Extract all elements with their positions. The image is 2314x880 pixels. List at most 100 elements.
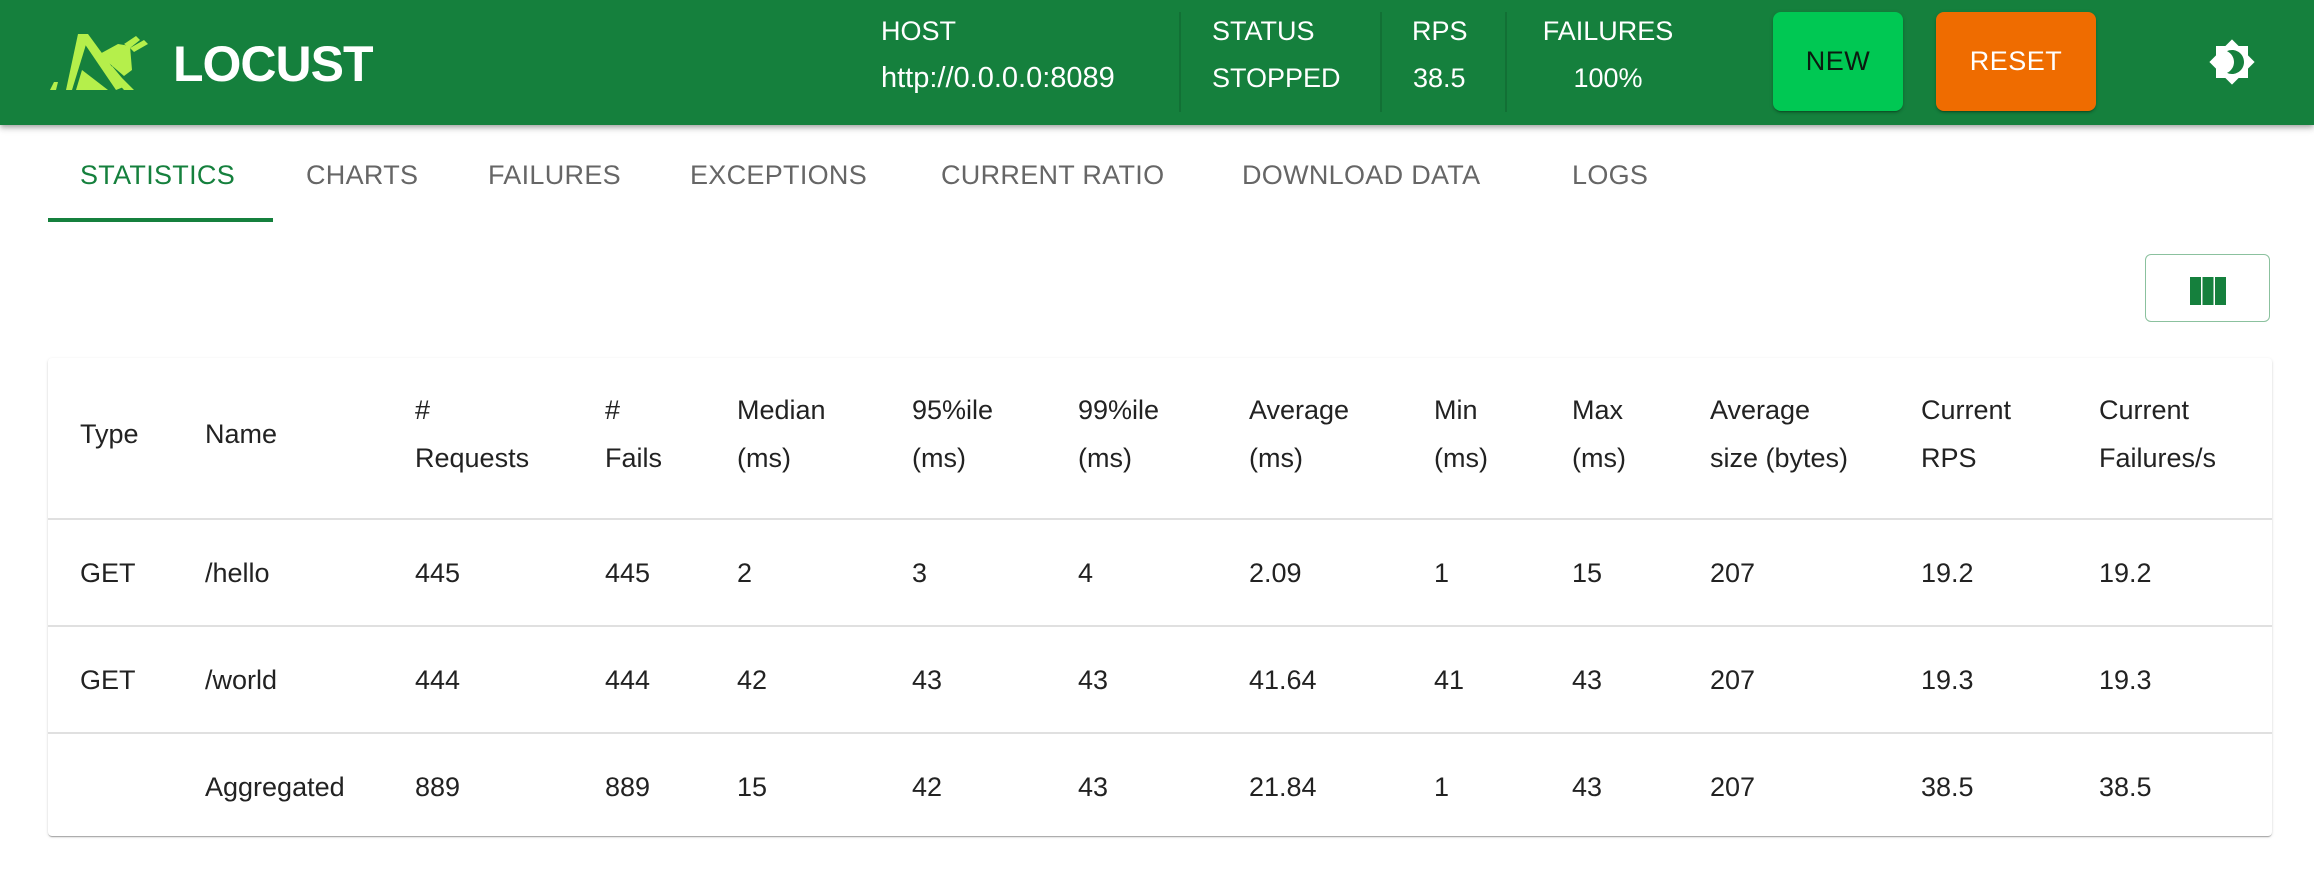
column-header-p99[interactable]: 99%ile (ms) <box>1078 386 1159 482</box>
tab-failures[interactable]: FAILURES <box>488 155 621 195</box>
column-header-label: (ms) <box>1434 443 1488 473</box>
tab-statistics[interactable]: STATISTICS <box>80 155 235 195</box>
column-header-label: Current <box>1921 395 2012 425</box>
cell-p95: 42 <box>912 772 943 802</box>
cell-current-failures: 38.5 <box>2099 772 2152 802</box>
column-header-label: Current <box>2099 395 2190 425</box>
cell-current-rps: 38.5 <box>1921 772 1974 802</box>
column-header-label: (ms) <box>1249 443 1303 473</box>
column-header-label: Median <box>737 395 826 425</box>
failures-label: FAILURES <box>1542 16 1674 46</box>
column-header-label: Max <box>1572 395 1624 425</box>
column-header-avg-size[interactable]: Average size (bytes) <box>1710 386 1848 482</box>
cell-p95: 43 <box>912 665 943 695</box>
column-header-label: (ms) <box>1572 443 1626 473</box>
new-test-button[interactable]: NEW <box>1773 12 1903 111</box>
cell-median: 2 <box>737 558 753 588</box>
tab-charts[interactable]: CHARTS <box>306 155 418 195</box>
cell-current-failures: 19.3 <box>2099 665 2152 695</box>
column-header-name[interactable]: Name <box>205 410 277 458</box>
column-header-current-failures[interactable]: Current Failures/s <box>2099 386 2216 482</box>
column-header-max[interactable]: Max (ms) <box>1572 386 1626 482</box>
cell-name: /world <box>205 665 278 695</box>
column-header-min[interactable]: Min (ms) <box>1434 386 1488 482</box>
cell-current-rps: 19.3 <box>1921 665 1974 695</box>
cell-name: Aggregated <box>205 772 345 802</box>
cell-median: 42 <box>737 665 768 695</box>
failures-stat: FAILURES 100% <box>1538 14 1678 96</box>
column-header-label: (ms) <box>737 443 791 473</box>
cell-type: GET <box>80 665 136 695</box>
host-stat: HOST http://0.0.0.0:8089 <box>881 14 1115 96</box>
cell-median: 15 <box>737 772 768 802</box>
column-header-label: Failures/s <box>2099 443 2217 473</box>
tab-exceptions[interactable]: EXCEPTIONS <box>690 155 867 195</box>
cell-p99: 43 <box>1078 772 1109 802</box>
header-divider <box>1380 12 1382 112</box>
statistics-table: Type Name # Requests # Fails Median (ms) 95%ile (… <box>48 358 2272 836</box>
view-column-icon <box>2190 277 2226 305</box>
cell-avg-size: 207 <box>1710 772 1756 802</box>
column-header-label: Type <box>80 419 139 449</box>
select-columns-button[interactable] <box>2145 254 2270 322</box>
column-header-label: Min <box>1434 395 1478 425</box>
status-label: STATUS <box>1212 16 1315 46</box>
column-header-requests[interactable]: # Requests <box>415 386 529 482</box>
column-header-p95[interactable]: 95%ile (ms) <box>912 386 993 482</box>
failures-value: 100% <box>1573 63 1643 93</box>
header-divider <box>1179 12 1181 112</box>
column-header-fails[interactable]: # Fails <box>605 386 662 482</box>
cell-fails: 444 <box>605 665 651 695</box>
column-header-type[interactable]: Type <box>80 410 139 458</box>
column-header-label: RPS <box>1921 443 1977 473</box>
cell-p99: 43 <box>1078 665 1109 695</box>
rps-label: RPS <box>1412 16 1468 46</box>
table-row: Aggregated 889 889 15 42 43 21.84 1 43 207 38.5 38.… <box>48 734 2272 839</box>
column-header-label: Fails <box>605 443 663 473</box>
locust-logo-icon <box>50 34 148 90</box>
cell-min: 1 <box>1434 772 1450 802</box>
column-header-label: # <box>415 395 431 425</box>
column-header-average[interactable]: Average (ms) <box>1249 386 1349 482</box>
cell-fails: 889 <box>605 772 651 802</box>
column-header-current-rps[interactable]: Current RPS <box>1921 386 2011 482</box>
cell-average: 41.64 <box>1249 665 1317 695</box>
cell-average: 2.09 <box>1249 558 1302 588</box>
header-divider <box>1505 12 1507 112</box>
cell-requests: 445 <box>415 558 461 588</box>
status-value: STOPPED <box>1212 63 1341 93</box>
column-header-label: # <box>605 395 621 425</box>
tab-logs[interactable]: LOGS <box>1572 155 1648 195</box>
column-header-label: size (bytes) <box>1710 443 1849 473</box>
column-header-label: Average <box>1249 395 1350 425</box>
column-header-label: Requests <box>415 443 530 473</box>
cell-max: 43 <box>1572 772 1603 802</box>
active-tab-indicator <box>48 218 273 222</box>
tab-download-data[interactable]: DOWNLOAD DATA <box>1242 155 1480 195</box>
tab-bar: STATISTICS CHARTS FAILURES EXCEPTIONS CU… <box>0 125 2314 225</box>
cell-max: 15 <box>1572 558 1603 588</box>
cell-type: GET <box>80 558 136 588</box>
column-header-label: 99%ile <box>1078 395 1160 425</box>
host-value: http://0.0.0.0:8089 <box>881 62 1115 94</box>
column-header-label: 95%ile <box>912 395 994 425</box>
table-row: GET/hello 445 445 2 3 4 2.09 1 15 207 19.2 19.2 <box>48 520 2272 625</box>
column-header-label: Average <box>1710 395 1811 425</box>
logo-text: LOCUST <box>173 36 374 92</box>
reset-stats-button[interactable]: RESET <box>1936 12 2096 111</box>
cell-name: /hello <box>205 558 270 588</box>
column-header-label: Name <box>205 419 278 449</box>
app-header: LOCUST HOST http://0.0.0.0:8089 STATUS S… <box>0 0 2314 125</box>
cell-avg-size: 207 <box>1710 665 1756 695</box>
status-stat: STATUS STOPPED <box>1212 14 1341 96</box>
cell-avg-size: 207 <box>1710 558 1756 588</box>
tab-current-ratio[interactable]: CURRENT RATIO <box>941 155 1164 195</box>
column-header-median[interactable]: Median (ms) <box>737 386 826 482</box>
rps-value: 38.5 <box>1413 63 1466 93</box>
column-header-label: (ms) <box>912 443 966 473</box>
cell-requests: 444 <box>415 665 461 695</box>
cell-current-rps: 19.2 <box>1921 558 1974 588</box>
cell-p99: 4 <box>1078 558 1094 588</box>
cell-requests: 889 <box>415 772 461 802</box>
brightness-icon[interactable] <box>2208 38 2256 86</box>
